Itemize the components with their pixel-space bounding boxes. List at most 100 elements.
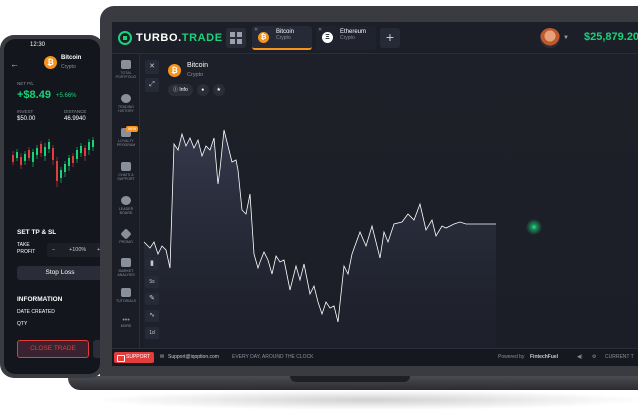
nav-label: PROMO bbox=[119, 240, 133, 244]
top-bar: TURBO. TRADE ✕ ₿ Bitcoin Crypto ✕ Ξ Ether… bbox=[112, 22, 638, 54]
laptop-shadow bbox=[90, 390, 638, 410]
chat-icon bbox=[121, 162, 131, 171]
net-pnl-label: NET P/L bbox=[17, 81, 34, 86]
invest-label: INVEST bbox=[17, 109, 34, 114]
draw-button[interactable]: ✎ bbox=[145, 293, 159, 305]
wave-icon: ∿ bbox=[149, 312, 155, 319]
nav-trading-history[interactable]: TRADING HISTORY bbox=[112, 94, 140, 114]
close-panel-button[interactable]: ✕ bbox=[145, 60, 159, 74]
nav-label: LEADER BOARD bbox=[118, 207, 134, 216]
logo-icon bbox=[118, 31, 132, 45]
volume-icon[interactable]: ◀) bbox=[577, 354, 583, 360]
close-tab-icon[interactable]: ✕ bbox=[318, 27, 322, 33]
tab-ethereum[interactable]: ✕ Ξ Ethereum Crypto bbox=[316, 26, 376, 50]
favorite-button[interactable]: ★ bbox=[212, 84, 225, 96]
add-tab-button[interactable]: + bbox=[380, 28, 400, 48]
info-button[interactable]: ⓘ Info bbox=[168, 84, 193, 96]
expand-icon: ⤢ bbox=[149, 81, 155, 88]
asset-name: Bitcoin bbox=[187, 62, 209, 69]
net-pnl-percent: +5.66% bbox=[56, 93, 77, 99]
current-price-dot bbox=[532, 225, 536, 229]
tab-subtitle: Crypto bbox=[340, 35, 355, 41]
minus-icon[interactable]: − bbox=[52, 243, 55, 257]
indicators-icon: ▮ bbox=[150, 260, 154, 267]
avatar[interactable] bbox=[540, 28, 560, 48]
trophy-icon bbox=[121, 196, 131, 205]
nav-label: TRADING HISTORY bbox=[117, 105, 135, 114]
nav-market-analysis[interactable]: MARKET ANALYSIS bbox=[112, 258, 140, 278]
provider-name: FintechFuel bbox=[530, 354, 559, 360]
tp-sl-heading: SET TP & SL bbox=[17, 229, 57, 236]
take-profit-stepper[interactable]: − +100% + bbox=[47, 243, 100, 257]
price-chart bbox=[143, 129, 542, 348]
expand-button[interactable]: ⤢ bbox=[145, 78, 159, 92]
chevron-down-icon[interactable]: ▼ bbox=[563, 35, 569, 41]
period-1d-button[interactable]: 1d bbox=[145, 327, 159, 339]
nav-promo[interactable]: PROMO bbox=[112, 228, 140, 244]
back-arrow-icon[interactable]: ← bbox=[10, 59, 19, 69]
brand-suffix: TRADE bbox=[181, 32, 223, 44]
candlestick-chart bbox=[12, 137, 94, 187]
mail-icon: ✉ bbox=[160, 354, 165, 360]
close-tab-icon[interactable]: ✕ bbox=[254, 27, 258, 33]
settings-icon[interactable]: ⚙ bbox=[592, 354, 596, 360]
nav-leader-board[interactable]: LEADER BOARD bbox=[112, 196, 140, 216]
asset-name: Bitcoin bbox=[61, 55, 82, 61]
take-profit-label: TAKE PROFIT bbox=[17, 242, 36, 255]
pencil-icon: ✎ bbox=[149, 295, 155, 302]
nav-loyalty-program[interactable]: NEW LOYALTY PROGRAM bbox=[112, 126, 140, 148]
clock-icon bbox=[121, 94, 131, 103]
phone-screen: 12:30 ← ₿ Bitcoin Crypto NET P/L +$8.49 … bbox=[4, 39, 100, 374]
bitcoin-icon: ₿ bbox=[258, 32, 269, 43]
nav-tutorials[interactable]: TUTORIALS bbox=[112, 288, 140, 303]
stepper-value: +100% bbox=[69, 247, 87, 253]
current-time: CURRENT T bbox=[605, 354, 634, 360]
bitcoin-icon: ₿ bbox=[168, 64, 181, 77]
info-label: Info bbox=[179, 87, 188, 93]
stop-loss-button[interactable]: Stop Loss bbox=[17, 266, 100, 280]
price-area bbox=[144, 130, 496, 348]
date-created-label: DATE CREATED bbox=[17, 309, 55, 315]
plus-icon[interactable]: + bbox=[97, 243, 100, 257]
chart-type-button[interactable]: ∿ bbox=[145, 310, 159, 322]
asset-grid-button[interactable] bbox=[226, 28, 246, 48]
support-button[interactable]: SUPPORT bbox=[114, 352, 155, 363]
asset-type: Crypto bbox=[187, 72, 204, 78]
notification-button[interactable]: ● bbox=[196, 84, 209, 96]
grid-icon bbox=[230, 32, 235, 37]
new-badge: NEW bbox=[126, 126, 139, 132]
nav-label: TOTAL PORTFOLIO bbox=[115, 71, 137, 80]
support-hours: EVERY DAY, AROUND THE CLOCK bbox=[232, 354, 314, 360]
account-balance[interactable]: $25,879.20 bbox=[584, 31, 638, 43]
nav-total-portfolio[interactable]: TOTAL PORTFOLIO bbox=[112, 60, 140, 80]
distance-label: DISTANCE bbox=[64, 109, 87, 114]
nav-more[interactable]: ••• MORE bbox=[112, 317, 140, 328]
timeframe-5s-button[interactable]: 5s bbox=[145, 276, 159, 288]
nav-label: CHATS & SUPPORT bbox=[117, 173, 135, 182]
asset-actions: ⓘ Info ● ★ bbox=[168, 84, 225, 96]
plus-icon: + bbox=[385, 29, 395, 45]
close-trade-button[interactable]: CLOSE TRADE bbox=[17, 340, 89, 358]
brand-logo[interactable]: TURBO. TRADE bbox=[118, 30, 223, 46]
nav-chats-support[interactable]: CHATS & SUPPORT bbox=[112, 162, 140, 182]
laptop-screen: TURBO. TRADE ✕ ₿ Bitcoin Crypto ✕ Ξ Ether… bbox=[112, 22, 638, 366]
net-pnl-value: +$8.49 bbox=[17, 89, 51, 101]
distance-value: 46.9940 bbox=[64, 116, 86, 122]
information-heading: INFORMATION bbox=[17, 296, 63, 303]
invest-value: $50.00 bbox=[17, 116, 36, 122]
tab-bitcoin[interactable]: ✕ ₿ Bitcoin Crypto bbox=[252, 26, 312, 50]
tab-subtitle: Crypto bbox=[276, 35, 291, 41]
left-navigation: TOTAL PORTFOLIO TRADING HISTORY NEW LOYA… bbox=[112, 54, 140, 348]
support-email[interactable]: Support@iqoption.com bbox=[168, 354, 219, 360]
nav-label: MARKET ANALYSIS bbox=[117, 269, 135, 278]
indicators-button[interactable]: ▮ bbox=[145, 258, 159, 270]
asset-type: Crypto bbox=[61, 64, 76, 70]
diamond-icon bbox=[120, 228, 132, 240]
qty-label: QTY bbox=[17, 321, 28, 327]
secondary-action-button[interactable] bbox=[93, 340, 100, 358]
status-time: 12:30 bbox=[30, 42, 46, 48]
footer-bar: SUPPORT ✉ Support@iqoption.com EVERY DAY… bbox=[112, 348, 638, 366]
ethereum-icon: Ξ bbox=[322, 32, 333, 43]
chart-area bbox=[140, 54, 638, 348]
star-icon: ★ bbox=[216, 87, 221, 93]
